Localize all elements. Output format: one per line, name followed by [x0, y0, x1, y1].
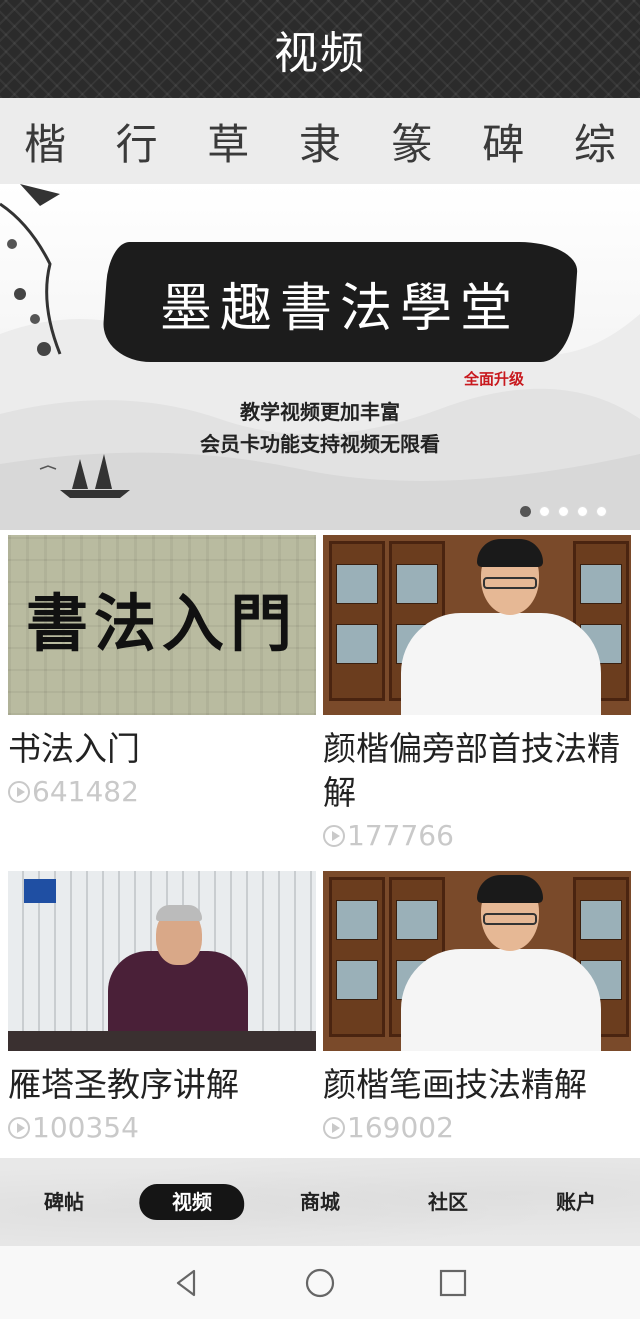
video-card[interactable]: 雁塔圣教序讲解 100354 [8, 871, 316, 1144]
back-button[interactable] [167, 1263, 207, 1303]
page-title: 视频 [274, 28, 366, 79]
channel-logo-icon [24, 879, 56, 903]
video-thumbnail[interactable]: 書法入門 [8, 535, 316, 715]
play-count-icon [8, 1116, 30, 1139]
carousel-dot[interactable] [539, 506, 550, 517]
nav-label: 商城 [300, 1190, 340, 1214]
video-card[interactable]: 颜楷偏旁部首技法精解 177766 [323, 535, 631, 852]
video-thumbnail[interactable] [323, 535, 631, 715]
video-title[interactable]: 雁塔圣教序讲解 [8, 1063, 316, 1107]
nav-label: 视频 [172, 1190, 212, 1214]
play-count-icon [8, 780, 30, 803]
video-title[interactable]: 颜楷偏旁部首技法精解 [323, 727, 631, 815]
banner-subtitle-2: 会员卡功能支持视频无限看 [200, 432, 440, 456]
tab-cao[interactable]: 草 [205, 111, 251, 172]
carousel-dot[interactable] [596, 506, 607, 517]
banner-title: 墨趣書法學堂 [159, 279, 520, 339]
video-title[interactable]: 颜楷笔画技法精解 [323, 1063, 631, 1107]
tab-li[interactable]: 隶 [297, 111, 343, 172]
nav-item-video[interactable]: 视频 [137, 1180, 247, 1224]
video-views: 177766 [323, 819, 631, 852]
nav-item-community[interactable]: 社区 [393, 1180, 503, 1224]
system-navigation-bar [0, 1246, 640, 1319]
glasses-icon [483, 913, 537, 925]
video-views: 641482 [8, 775, 316, 808]
play-count-icon [323, 1116, 345, 1139]
video-views: 169002 [323, 1111, 631, 1144]
app-header: 视频 [0, 0, 640, 98]
view-count: 177766 [347, 819, 454, 852]
banner-subtitle-1: 教学视频更加丰富 [240, 400, 400, 424]
recents-button[interactable] [433, 1263, 473, 1303]
category-tabs: 楷 行 草 隶 篆 碑 综 [0, 98, 640, 184]
view-count: 169002 [347, 1111, 454, 1144]
teacher-hair [477, 539, 543, 567]
nav-label: 碑帖 [44, 1190, 84, 1214]
back-icon [176, 1269, 195, 1296]
teacher-figure [401, 613, 601, 715]
video-title[interactable]: 书法入门 [8, 727, 316, 771]
video-card[interactable]: 颜楷笔画技法精解 169002 [323, 871, 631, 1144]
nav-item-beitie[interactable]: 碑帖 [9, 1180, 119, 1224]
nav-item-shop[interactable]: 商城 [265, 1180, 375, 1224]
view-count: 100354 [32, 1111, 139, 1144]
bookshelf-illustration [329, 541, 385, 701]
play-count-icon [323, 824, 345, 847]
recents-icon [440, 1269, 467, 1296]
video-thumbnail[interactable] [8, 871, 316, 1051]
promo-banner[interactable]: 墨趣書法學堂 全面升级 教学视频更加丰富 会员卡功能支持视频无限看 [0, 184, 640, 530]
video-thumbnail[interactable] [323, 871, 631, 1051]
banner-badge: 全面升级 [464, 370, 525, 388]
bookshelf-illustration [329, 877, 385, 1037]
bottom-navigation: 碑帖 视频 商城 社区 账户 [0, 1158, 640, 1246]
tab-bei[interactable]: 碑 [480, 111, 526, 172]
nav-item-account[interactable]: 账户 [521, 1180, 631, 1224]
tab-xing[interactable]: 行 [114, 111, 160, 172]
nav-label: 账户 [556, 1190, 596, 1214]
carousel-dot-active[interactable] [520, 506, 531, 517]
nav-label: 社区 [428, 1190, 468, 1214]
video-card[interactable]: 書法入門 书法入门 641482 [8, 535, 316, 808]
video-views: 100354 [8, 1111, 316, 1144]
tab-zong[interactable]: 综 [572, 111, 618, 172]
home-icon [305, 1268, 335, 1297]
carousel-dot[interactable] [577, 506, 588, 517]
carousel-indicator [520, 506, 607, 517]
view-count: 641482 [32, 775, 139, 808]
thumbnail-calligraphy-text: 書法入門 [25, 587, 298, 660]
home-button[interactable] [300, 1263, 340, 1303]
carousel-dot[interactable] [558, 506, 569, 517]
teacher-hair [477, 875, 543, 903]
teacher-figure [401, 949, 601, 1051]
desk-illustration [8, 1031, 316, 1051]
glasses-icon [483, 577, 537, 589]
video-grid: 書法入門 书法入门 641482 颜楷偏旁部首技法精解 177766 雁塔圣教序… [0, 530, 640, 1158]
tab-zhuan[interactable]: 篆 [389, 111, 435, 172]
tab-kai[interactable]: 楷 [22, 111, 68, 172]
lecturer-hair [156, 905, 202, 921]
